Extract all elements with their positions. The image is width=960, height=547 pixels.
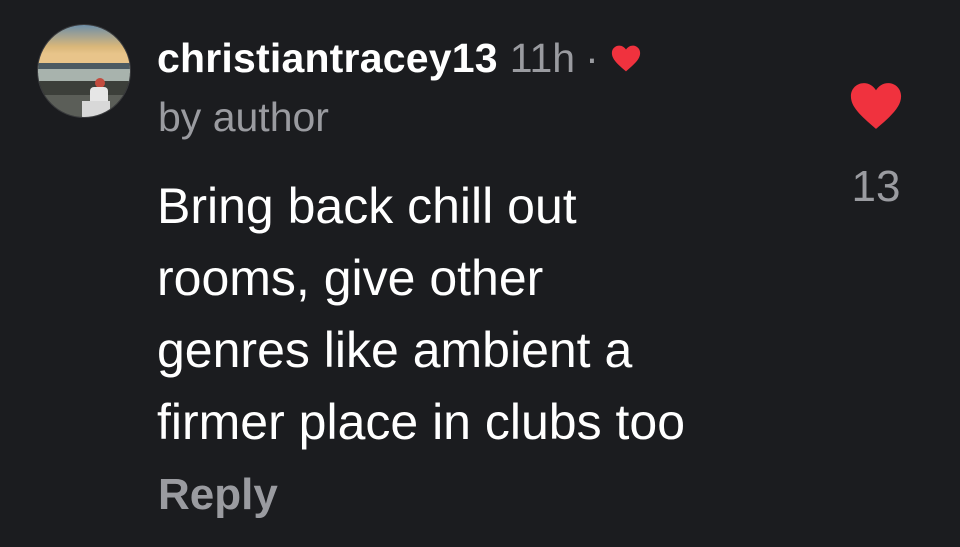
comment-header: christiantracey13 11h ·: [157, 30, 641, 86]
comment-text: Bring back chill out rooms, give other g…: [157, 170, 817, 458]
username-link[interactable]: christiantracey13: [157, 35, 498, 82]
comment-item: christiantracey13 11h · by author Bring …: [0, 0, 960, 547]
like-button[interactable]: [848, 82, 904, 130]
heart-icon: [611, 45, 641, 72]
comment-text-line: rooms, give other: [157, 250, 544, 306]
comment-text-line: Bring back chill out: [157, 178, 577, 234]
comment-text-line: firmer place in clubs too: [157, 394, 686, 450]
author-badge: by author: [158, 94, 329, 140]
reply-button[interactable]: Reply: [158, 470, 278, 520]
like-count: 13: [851, 162, 901, 211]
separator-dot: ·: [585, 34, 599, 81]
avatar-image: [38, 25, 130, 117]
heart-icon: [850, 83, 902, 129]
comment-text-line: genres like ambient a: [157, 322, 633, 378]
timestamp: 11h: [509, 34, 576, 81]
avatar[interactable]: [37, 24, 131, 118]
